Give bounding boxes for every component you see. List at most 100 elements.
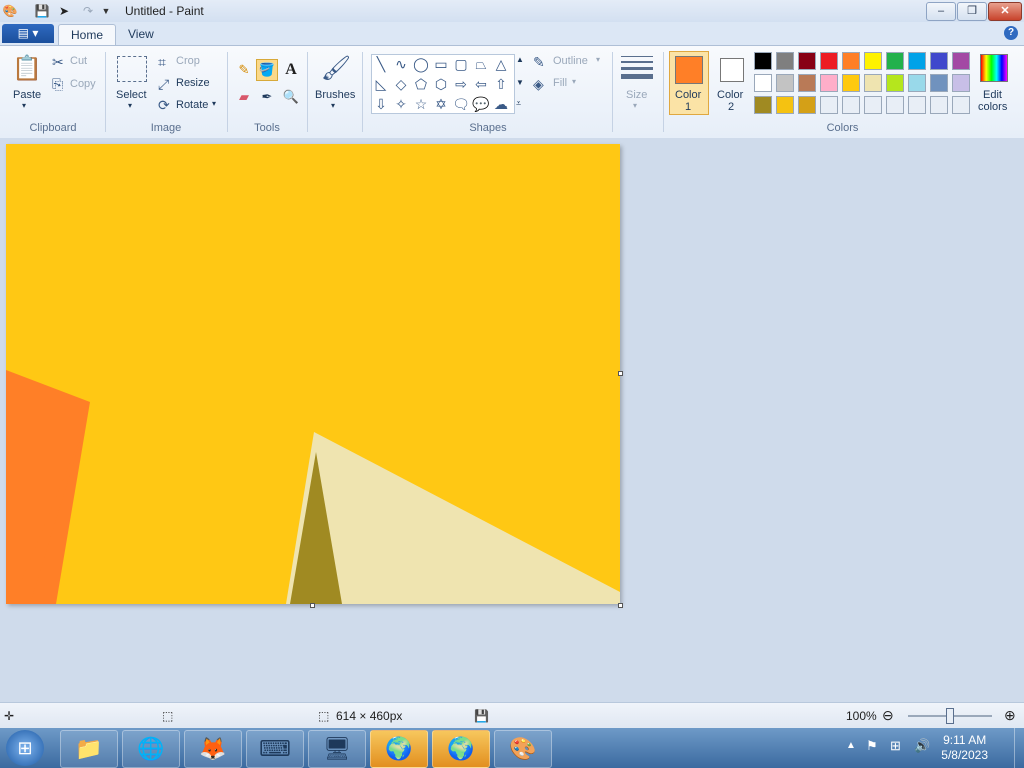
- rotate-button[interactable]: Rotate: [176, 99, 208, 111]
- shapes-more-icon[interactable]: ⩡: [516, 98, 521, 109]
- zoom-in-icon[interactable]: ⊕: [1004, 707, 1016, 724]
- firefox-icon[interactable]: 🦊: [184, 730, 242, 768]
- select-dropdown-icon[interactable]: ▾: [128, 101, 132, 110]
- paint-menu-button[interactable]: ▤ ▾: [2, 24, 54, 43]
- paint-app-icon[interactable]: 🎨: [2, 3, 18, 19]
- eraser-icon[interactable]: ▰: [233, 86, 255, 108]
- palette-swatch[interactable]: [820, 96, 838, 114]
- palette-swatch[interactable]: [864, 74, 882, 92]
- callout-rect-shape-icon[interactable]: 🗨: [452, 95, 470, 113]
- palette-swatch[interactable]: [952, 52, 970, 70]
- left-arrow-shape-icon[interactable]: ⇦: [472, 75, 490, 93]
- redo-icon[interactable]: ↷: [80, 3, 96, 19]
- fill-bucket-icon[interactable]: 🪣: [256, 59, 278, 81]
- crop-button[interactable]: Crop: [176, 55, 200, 67]
- polygon-shape-icon[interactable]: ⏢: [472, 55, 490, 73]
- edit-colors-icon[interactable]: [980, 54, 1008, 82]
- zoom-slider-thumb[interactable]: [946, 708, 954, 724]
- control-panel-icon[interactable]: 🖥: [308, 730, 366, 768]
- paste-icon[interactable]: 📋: [12, 54, 42, 84]
- system-clock[interactable]: 9:11 AM 5/8/2023: [941, 733, 988, 763]
- palette-swatch[interactable]: [908, 96, 926, 114]
- fill-dropdown-icon[interactable]: ▾: [572, 77, 576, 86]
- palette-swatch[interactable]: [776, 52, 794, 70]
- resize-button[interactable]: Resize: [176, 77, 210, 89]
- brushes-dropdown-icon[interactable]: ▾: [331, 101, 335, 110]
- minimize-button[interactable]: –: [926, 2, 956, 21]
- palette-swatch[interactable]: [754, 96, 772, 114]
- edit-colors-label[interactable]: Edit: [983, 89, 1002, 101]
- palette-swatch[interactable]: [820, 74, 838, 92]
- zoom-out-icon[interactable]: ⊖: [882, 707, 894, 724]
- palette-swatch[interactable]: [864, 96, 882, 114]
- action-center-icon[interactable]: ⚑: [866, 738, 878, 754]
- shapes-scroll-up-icon[interactable]: ▲: [516, 55, 524, 64]
- palette-swatch[interactable]: [908, 74, 926, 92]
- triangle-shape-icon[interactable]: △: [492, 55, 510, 73]
- outline-dropdown-icon[interactable]: ▾: [596, 55, 600, 64]
- palette-swatch[interactable]: [930, 74, 948, 92]
- text-tool-icon[interactable]: A: [280, 59, 302, 81]
- up-arrow-shape-icon[interactable]: ⇧: [492, 75, 510, 93]
- line-shape-icon[interactable]: ╲: [372, 55, 390, 73]
- magnifier-icon[interactable]: 🔍: [280, 86, 302, 108]
- palette-swatch[interactable]: [886, 96, 904, 114]
- brush-icon[interactable]: 🖌: [320, 54, 352, 84]
- show-hidden-icons-icon[interactable]: ▲: [846, 740, 856, 751]
- maximize-button[interactable]: ❐: [957, 2, 987, 21]
- file-explorer-icon[interactable]: 📁: [60, 730, 118, 768]
- palette-swatch[interactable]: [908, 52, 926, 70]
- edit-colors-label-2[interactable]: colors: [978, 101, 1007, 113]
- color-picker-icon[interactable]: ✒: [256, 86, 278, 108]
- four-point-star-shape-icon[interactable]: ✧: [392, 95, 410, 113]
- palette-swatch[interactable]: [798, 74, 816, 92]
- copy-button[interactable]: Copy: [70, 78, 96, 90]
- on-screen-keyboard-icon[interactable]: ⌨: [246, 730, 304, 768]
- internet-app-icon[interactable]: 🌍: [370, 730, 428, 768]
- canvas-resize-handle-right[interactable]: [618, 371, 623, 376]
- curve-shape-icon[interactable]: ∿: [392, 55, 410, 73]
- select-button[interactable]: Select: [116, 89, 147, 101]
- chrome-icon[interactable]: 🌐: [122, 730, 180, 768]
- tab-view[interactable]: View: [116, 24, 166, 45]
- five-point-star-shape-icon[interactable]: ☆: [412, 95, 430, 113]
- close-button[interactable]: ✕: [988, 2, 1022, 21]
- size-dropdown-icon[interactable]: ▾: [633, 101, 637, 110]
- palette-swatch[interactable]: [842, 74, 860, 92]
- palette-swatch[interactable]: [864, 52, 882, 70]
- palette-swatch[interactable]: [820, 52, 838, 70]
- diamond-shape-icon[interactable]: ◇: [392, 75, 410, 93]
- palette-swatch[interactable]: [886, 52, 904, 70]
- palette-swatch[interactable]: [776, 74, 794, 92]
- show-desktop-button[interactable]: [1014, 728, 1024, 768]
- palette-swatch[interactable]: [930, 52, 948, 70]
- palette-swatch[interactable]: [842, 96, 860, 114]
- cloud-shape-icon[interactable]: ☁: [492, 95, 510, 113]
- pentagon-shape-icon[interactable]: ⬠: [412, 75, 430, 93]
- tab-home[interactable]: Home: [58, 24, 117, 46]
- size-button[interactable]: Size: [626, 89, 647, 101]
- drawing-canvas[interactable]: [6, 144, 620, 604]
- cut-button[interactable]: Cut: [70, 55, 87, 67]
- pencil-icon[interactable]: ✎: [233, 59, 255, 81]
- brushes-button[interactable]: Brushes: [315, 89, 355, 101]
- select-icon[interactable]: [117, 56, 147, 82]
- color-2-swatch[interactable]: [720, 58, 744, 82]
- palette-swatch[interactable]: [930, 96, 948, 114]
- customize-quick-access-icon[interactable]: ▼: [98, 3, 114, 19]
- oval-shape-icon[interactable]: ◯: [412, 55, 430, 73]
- help-icon[interactable]: ?: [1004, 26, 1018, 40]
- palette-swatch[interactable]: [754, 52, 772, 70]
- palette-swatch[interactable]: [952, 96, 970, 114]
- six-point-star-shape-icon[interactable]: ✡: [432, 95, 450, 113]
- rotate-dropdown-icon[interactable]: ▾: [212, 99, 216, 108]
- volume-icon[interactable]: 🔊: [914, 738, 930, 754]
- palette-swatch[interactable]: [798, 52, 816, 70]
- internet-app-icon-2[interactable]: 🌍: [432, 730, 490, 768]
- palette-swatch[interactable]: [776, 96, 794, 114]
- hexagon-shape-icon[interactable]: ⬡: [432, 75, 450, 93]
- palette-swatch[interactable]: [798, 96, 816, 114]
- network-icon[interactable]: ⊞: [890, 738, 901, 754]
- down-arrow-shape-icon[interactable]: ⇩: [372, 95, 390, 113]
- save-icon[interactable]: 💾: [34, 3, 50, 19]
